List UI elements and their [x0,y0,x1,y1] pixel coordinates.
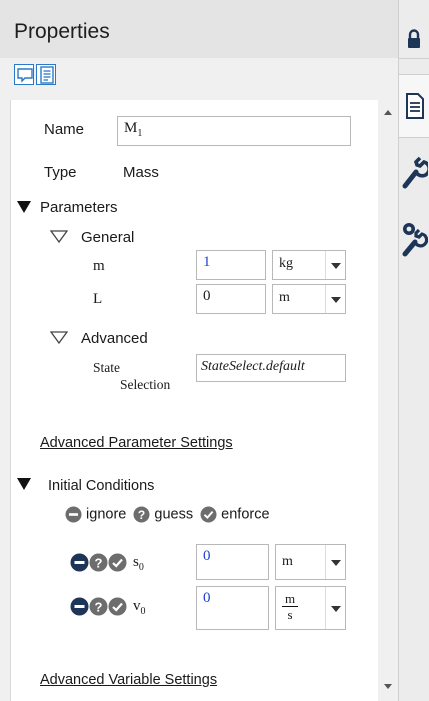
general-header[interactable]: General [81,229,134,246]
chevron-down-icon [331,606,341,612]
dropdown-button[interactable] [325,587,345,629]
lock-icon[interactable] [405,28,423,50]
v0-condition-toggles: ? [70,597,127,616]
document-view-button[interactable] [36,64,56,85]
param-L-label: L [93,291,103,307]
param-m-unit-select[interactable]: kg [272,250,346,280]
rail-separator [399,58,429,59]
state-selection-label-line2: Selection [120,377,171,392]
enforce-icon[interactable] [108,553,127,572]
s0-unit-select[interactable]: m [275,544,346,580]
guess-label: guess [154,506,194,523]
ignore-icon[interactable] [70,553,89,572]
chevron-down-icon [331,297,341,303]
ignore-label: ignore [86,506,127,523]
v0-subscript: 0 [140,606,146,617]
s0-value[interactable]: 0 [196,544,269,580]
advanced-parameter-settings-link[interactable]: Advanced Parameter Settings [40,435,233,451]
ignore-icon[interactable] [70,597,89,616]
param-m-unit: kg [279,256,293,271]
param-L-unit: m [279,290,290,305]
wrench-icon[interactable] [402,150,428,190]
dropdown-button[interactable] [325,545,345,579]
param-m-value[interactable]: 1 [196,250,266,280]
chevron-down-icon [331,560,341,566]
initial-conditions-header[interactable]: Initial Conditions [48,478,154,494]
guess-icon[interactable]: ? [89,597,108,616]
scroll-down-icon[interactable] [384,684,392,689]
ignore-icon [65,506,82,523]
v0-unit-denominator: s [282,606,298,622]
initial-conditions-legend: ignore ? guess enforce [65,506,270,523]
name-label: Name [44,121,85,138]
panel-title: Properties [14,20,110,43]
chevron-down-icon [331,263,341,269]
name-value: M [124,120,138,136]
param-L-unit-select[interactable]: m [272,284,346,314]
scroll-up-icon[interactable] [384,110,392,115]
type-label: Type [44,164,77,181]
properties-panel: Properties Name M1 Type Mass Parameters … [0,0,398,701]
enforce-label: enforce [221,506,270,523]
state-selection-label-line1: State [93,360,120,375]
panel-header: Properties [0,0,398,58]
guess-icon[interactable]: ? [89,553,108,572]
parameters-header[interactable]: Parameters [40,199,118,216]
name-field[interactable]: M1 [117,116,351,146]
vertical-scrollbar[interactable] [378,100,398,701]
state-selection-field[interactable]: StateSelect.default [196,354,346,382]
v0-value[interactable]: 0 [196,586,269,630]
svg-text:?: ? [95,600,103,615]
advanced-header[interactable]: Advanced [81,330,148,347]
advanced-variable-settings-link[interactable]: Advanced Variable Settings [40,672,217,688]
param-L-value[interactable]: 0 [196,284,266,314]
v0-label: v0 [133,598,146,617]
document-view-icon [40,66,54,84]
svg-text:?: ? [95,556,103,571]
v0-unit-select[interactable]: m s [275,586,346,630]
name-subscript: 1 [137,128,143,139]
type-value: Mass [123,164,159,181]
s0-label: s0 [133,554,144,573]
comment-view-icon [17,68,33,83]
general-collapse-icon[interactable] [50,230,68,243]
side-tab-rail [398,0,429,701]
enforce-icon[interactable] [108,597,127,616]
guess-icon: ? [133,506,150,523]
wrench-gear-icon[interactable] [400,220,428,260]
v0-unit-fraction: m s [282,591,298,622]
s0-subscript: 0 [138,562,144,573]
enforce-icon [200,506,217,523]
s0-condition-toggles: ? [70,553,127,572]
initial-conditions-collapse-icon[interactable] [17,478,31,490]
dropdown-button[interactable] [325,285,345,313]
advanced-collapse-icon[interactable] [50,331,68,344]
v0-name: v [133,598,141,614]
document-tab[interactable] [399,74,429,138]
comment-view-button[interactable] [14,64,34,85]
dropdown-button[interactable] [325,251,345,279]
svg-text:?: ? [138,508,145,522]
param-m-label: m [93,258,105,274]
document-icon [406,93,424,119]
v0-unit-numerator: m [284,591,296,606]
s0-unit: m [282,554,293,569]
parameters-collapse-icon[interactable] [17,201,31,213]
